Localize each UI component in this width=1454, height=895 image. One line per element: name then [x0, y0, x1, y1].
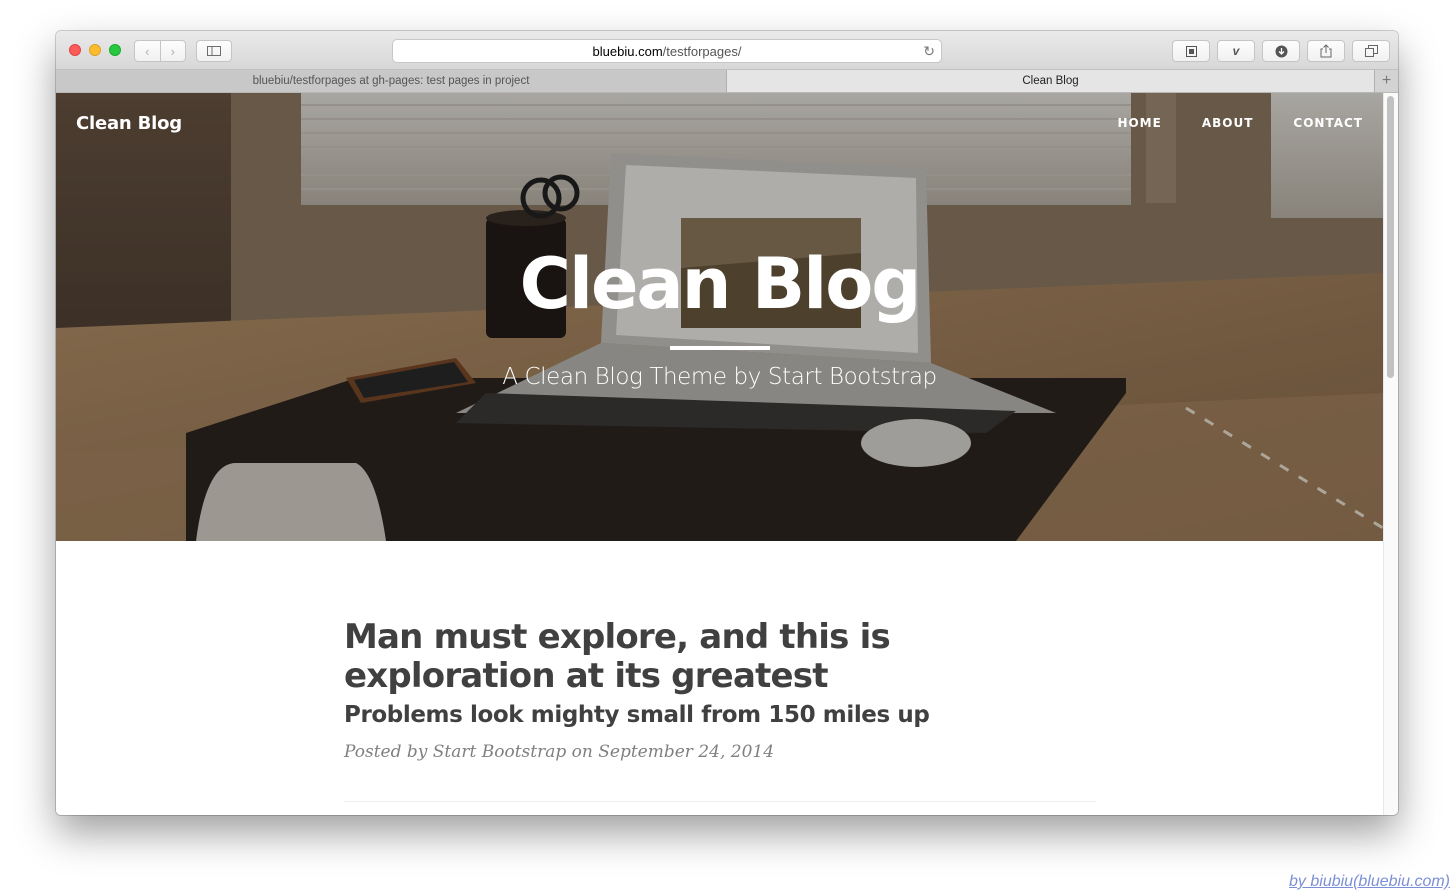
post-divider: [344, 801, 1096, 802]
downloads-button[interactable]: [1262, 40, 1300, 62]
history-nav: ‹ ›: [134, 40, 186, 62]
share-button[interactable]: [1307, 40, 1345, 62]
address-bar[interactable]: bluebiu.com/testforpages/ ↻: [392, 39, 942, 63]
tabs-overview-button[interactable]: [1352, 40, 1390, 62]
tab-clean-blog[interactable]: Clean Blog: [727, 70, 1374, 92]
address-domain: bluebiu.com: [592, 43, 663, 59]
browser-window: ‹ › bluebiu.com/testforpages/ ↻ v bluebi…: [56, 31, 1398, 815]
page-viewport: Clean Blog HOME ABOUT CONTACT Clean Blog…: [56, 93, 1398, 815]
share-icon: [1320, 44, 1332, 58]
maximize-window-button[interactable]: [109, 44, 121, 56]
nav-about[interactable]: ABOUT: [1202, 116, 1254, 130]
scrollbar-thumb[interactable]: [1387, 96, 1394, 378]
hero-divider: [670, 346, 770, 350]
reader-icon: [1185, 45, 1197, 57]
tab-github[interactable]: bluebiu/testforpages at gh-pages: test p…: [56, 70, 727, 92]
credit-link[interactable]: by biubiu(bluebiu.com): [1289, 873, 1450, 891]
hero-title: Clean Blog: [519, 243, 922, 325]
download-icon: [1275, 45, 1287, 57]
hero-subtitle: A Clean Blog Theme by Start Bootstrap: [502, 364, 937, 390]
close-window-button[interactable]: [69, 44, 81, 56]
nav-home[interactable]: HOME: [1117, 116, 1161, 130]
reload-icon[interactable]: ↻: [923, 43, 935, 60]
sidebar-toggle-button[interactable]: [196, 40, 232, 62]
extension-v-icon[interactable]: v: [1217, 40, 1255, 62]
browser-toolbar: ‹ › bluebiu.com/testforpages/ ↻ v: [56, 31, 1398, 70]
post-title[interactable]: Man must explore, and this is exploratio…: [344, 618, 944, 696]
tabs-icon: [1364, 45, 1378, 57]
hero-header: Clean Blog HOME ABOUT CONTACT Clean Blog…: [56, 93, 1383, 541]
forward-icon[interactable]: ›: [161, 41, 186, 61]
reader-button[interactable]: [1172, 40, 1210, 62]
site-brand[interactable]: Clean Blog: [76, 113, 182, 134]
new-tab-icon[interactable]: +: [1374, 70, 1398, 92]
tab-bar: bluebiu/testforpages at gh-pages: test p…: [56, 70, 1398, 93]
main-nav: HOME ABOUT CONTACT: [1117, 116, 1363, 130]
post-meta: Posted by Start Bootstrap on September 2…: [344, 742, 775, 762]
address-path: /testforpages/: [662, 43, 742, 59]
nav-contact[interactable]: CONTACT: [1293, 116, 1363, 130]
minimize-window-button[interactable]: [89, 44, 101, 56]
post-subtitle[interactable]: Problems look mighty small from 150 mile…: [344, 702, 1096, 728]
back-icon[interactable]: ‹: [135, 41, 161, 61]
scrollbar[interactable]: [1383, 93, 1398, 815]
sidebar-icon: [207, 46, 221, 56]
post-preview[interactable]: Man must explore, and this is exploratio…: [344, 618, 1096, 763]
